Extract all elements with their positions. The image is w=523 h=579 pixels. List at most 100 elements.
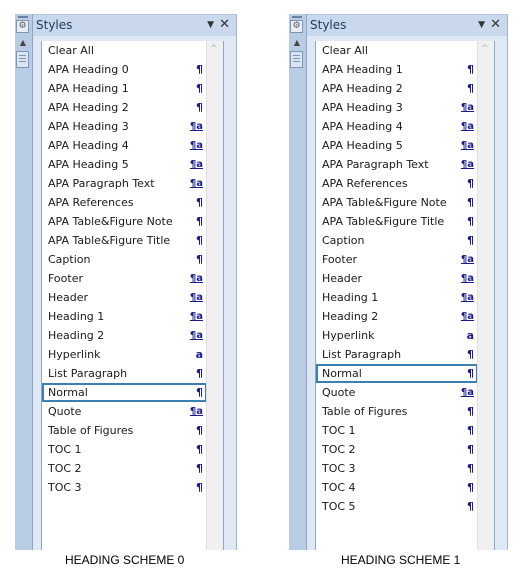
style-item[interactable]: APA Heading 5 ¶a	[42, 155, 207, 174]
style-item[interactable]: APA References ¶	[42, 193, 207, 212]
style-item[interactable]: APA References ¶	[316, 174, 478, 193]
style-item-label: APA References	[322, 177, 408, 190]
style-item[interactable]: APA Table&Figure Title ¶	[316, 212, 478, 231]
style-item-label: TOC 4	[322, 481, 356, 494]
styles-icon[interactable]: ⚙	[290, 20, 303, 33]
style-item[interactable]: Header ¶a	[316, 269, 478, 288]
style-item[interactable]: TOC 3 ¶	[316, 459, 478, 478]
style-item[interactable]: APA Heading 2 ¶	[316, 79, 478, 98]
task-pane-grip[interactable]: ⚙ ▲	[15, 14, 33, 550]
style-item[interactable]: TOC 4 ¶	[316, 478, 478, 497]
style-item-label: TOC 1	[48, 443, 82, 456]
character-style-icon: a	[466, 329, 474, 342]
style-item[interactable]: Heading 2 ¶a	[316, 307, 478, 326]
style-item[interactable]: Clear All	[316, 41, 478, 60]
style-item[interactable]: TOC 5 ¶	[316, 497, 478, 516]
style-item[interactable]: APA Heading 3 ¶a	[42, 117, 207, 136]
style-item[interactable]: TOC 1 ¶	[42, 440, 207, 459]
scroll-up-icon[interactable]: ▲	[291, 38, 303, 48]
grip-handle-icon[interactable]	[18, 16, 28, 18]
style-item[interactable]: List Paragraph ¶	[42, 364, 207, 383]
style-item[interactable]: Clear All	[42, 41, 207, 60]
style-item[interactable]: TOC 2 ¶	[42, 459, 207, 478]
vertical-scrollbar[interactable]: ^	[477, 41, 494, 550]
style-item[interactable]: APA Heading 4 ¶a	[42, 136, 207, 155]
style-item[interactable]: Heading 1 ¶a	[42, 307, 207, 326]
character-style-icon: a	[195, 348, 203, 361]
style-item-label: APA Table&Figure Note	[322, 196, 447, 209]
style-item[interactable]: APA Heading 2 ¶	[42, 98, 207, 117]
close-icon[interactable]: ✕	[219, 17, 230, 32]
style-item[interactable]: APA Heading 5 ¶a	[316, 136, 478, 155]
style-item-selected[interactable]: Normal ¶	[42, 383, 207, 402]
style-item[interactable]: APA Heading 1 ¶	[42, 79, 207, 98]
styles-pane-scheme-0: ⚙ ▲ Styles ▼ ✕ Clear All APA Heading 0 ¶ AP…	[15, 14, 237, 550]
style-item[interactable]: APA Heading 4 ¶a	[316, 117, 478, 136]
styles-icon[interactable]: ⚙	[16, 20, 29, 33]
dropdown-icon[interactable]: ▼	[478, 20, 485, 30]
style-item[interactable]: APA Paragraph Text ¶a	[316, 155, 478, 174]
style-item-label: APA Heading 1	[48, 82, 129, 95]
style-item[interactable]: Table of Figures ¶	[42, 421, 207, 440]
style-item[interactable]: Quote ¶a	[316, 383, 478, 402]
paragraph-style-icon: ¶	[196, 253, 203, 266]
style-item[interactable]: Heading 1 ¶a	[316, 288, 478, 307]
style-item[interactable]: Caption ¶	[42, 250, 207, 269]
style-item[interactable]: Caption ¶	[316, 231, 478, 250]
scroll-up-icon[interactable]: ▲	[17, 38, 29, 48]
style-item[interactable]: APA Table&Figure Title ¶	[42, 231, 207, 250]
paragraph-style-icon: ¶	[467, 348, 474, 361]
style-item[interactable]: TOC 3 ¶	[42, 478, 207, 497]
linked-style-icon: ¶a	[460, 292, 474, 303]
style-item[interactable]: APA Heading 0 ¶	[42, 60, 207, 79]
style-item-selected[interactable]: Normal ¶	[316, 364, 478, 383]
style-item-label: Table of Figures	[48, 424, 134, 437]
style-item-label: Normal	[48, 386, 88, 399]
paragraph-style-icon: ¶	[467, 196, 474, 209]
scroll-thumb-icon[interactable]	[16, 51, 29, 68]
grip-handle-icon[interactable]	[292, 16, 302, 18]
style-item-label: Quote	[322, 386, 356, 399]
style-item[interactable]: Hyperlink a	[42, 345, 207, 364]
style-item[interactable]: Header ¶a	[42, 288, 207, 307]
dropdown-icon[interactable]: ▼	[207, 20, 214, 30]
style-item[interactable]: TOC 1 ¶	[316, 421, 478, 440]
paragraph-style-icon: ¶	[196, 82, 203, 95]
style-item-label: TOC 2	[322, 443, 356, 456]
paragraph-style-icon: ¶	[467, 177, 474, 190]
paragraph-style-icon: ¶	[467, 215, 474, 228]
scroll-up-arrow-icon[interactable]: ^	[481, 44, 489, 54]
style-item[interactable]: Table of Figures ¶	[316, 402, 478, 421]
style-item[interactable]: APA Heading 1 ¶	[316, 60, 478, 79]
close-icon[interactable]: ✕	[490, 17, 501, 32]
paragraph-style-icon: ¶	[196, 196, 203, 209]
paragraph-style-icon: ¶	[467, 82, 474, 95]
linked-style-icon: ¶a	[460, 387, 474, 398]
linked-style-icon: ¶a	[189, 330, 203, 341]
style-item[interactable]: Quote ¶a	[42, 402, 207, 421]
paragraph-style-icon: ¶	[196, 215, 203, 228]
linked-style-icon: ¶a	[460, 159, 474, 170]
style-item[interactable]: APA Heading 3 ¶a	[316, 98, 478, 117]
styles-list: Clear All APA Heading 0 ¶ APA Heading 1 ¶ APA…	[41, 41, 224, 550]
style-item[interactable]: Heading 2 ¶a	[42, 326, 207, 345]
style-item-label: Heading 1	[322, 291, 379, 304]
style-item-label: APA Heading 4	[48, 139, 129, 152]
style-item[interactable]: Footer ¶a	[42, 269, 207, 288]
scroll-up-arrow-icon[interactable]: ^	[210, 44, 218, 54]
style-item-label: APA Table&Figure Title	[322, 215, 445, 228]
style-item[interactable]: Footer ¶a	[316, 250, 478, 269]
style-item[interactable]: TOC 2 ¶	[316, 440, 478, 459]
style-item[interactable]: APA Paragraph Text ¶a	[42, 174, 207, 193]
vertical-scrollbar[interactable]: ^	[206, 41, 223, 550]
task-pane-grip[interactable]: ⚙ ▲	[289, 14, 307, 550]
style-item[interactable]: List Paragraph ¶	[316, 345, 478, 364]
style-item[interactable]: APA Table&Figure Note ¶	[42, 212, 207, 231]
paragraph-style-icon: ¶	[196, 443, 203, 456]
style-item[interactable]: Hyperlink a	[316, 326, 478, 345]
panel-title-bar: Styles ▼ ✕	[307, 14, 507, 36]
paragraph-style-icon: ¶	[196, 101, 203, 114]
style-item[interactable]: APA Table&Figure Note ¶	[316, 193, 478, 212]
paragraph-style-icon: ¶	[467, 500, 474, 513]
scroll-thumb-icon[interactable]	[290, 51, 303, 68]
